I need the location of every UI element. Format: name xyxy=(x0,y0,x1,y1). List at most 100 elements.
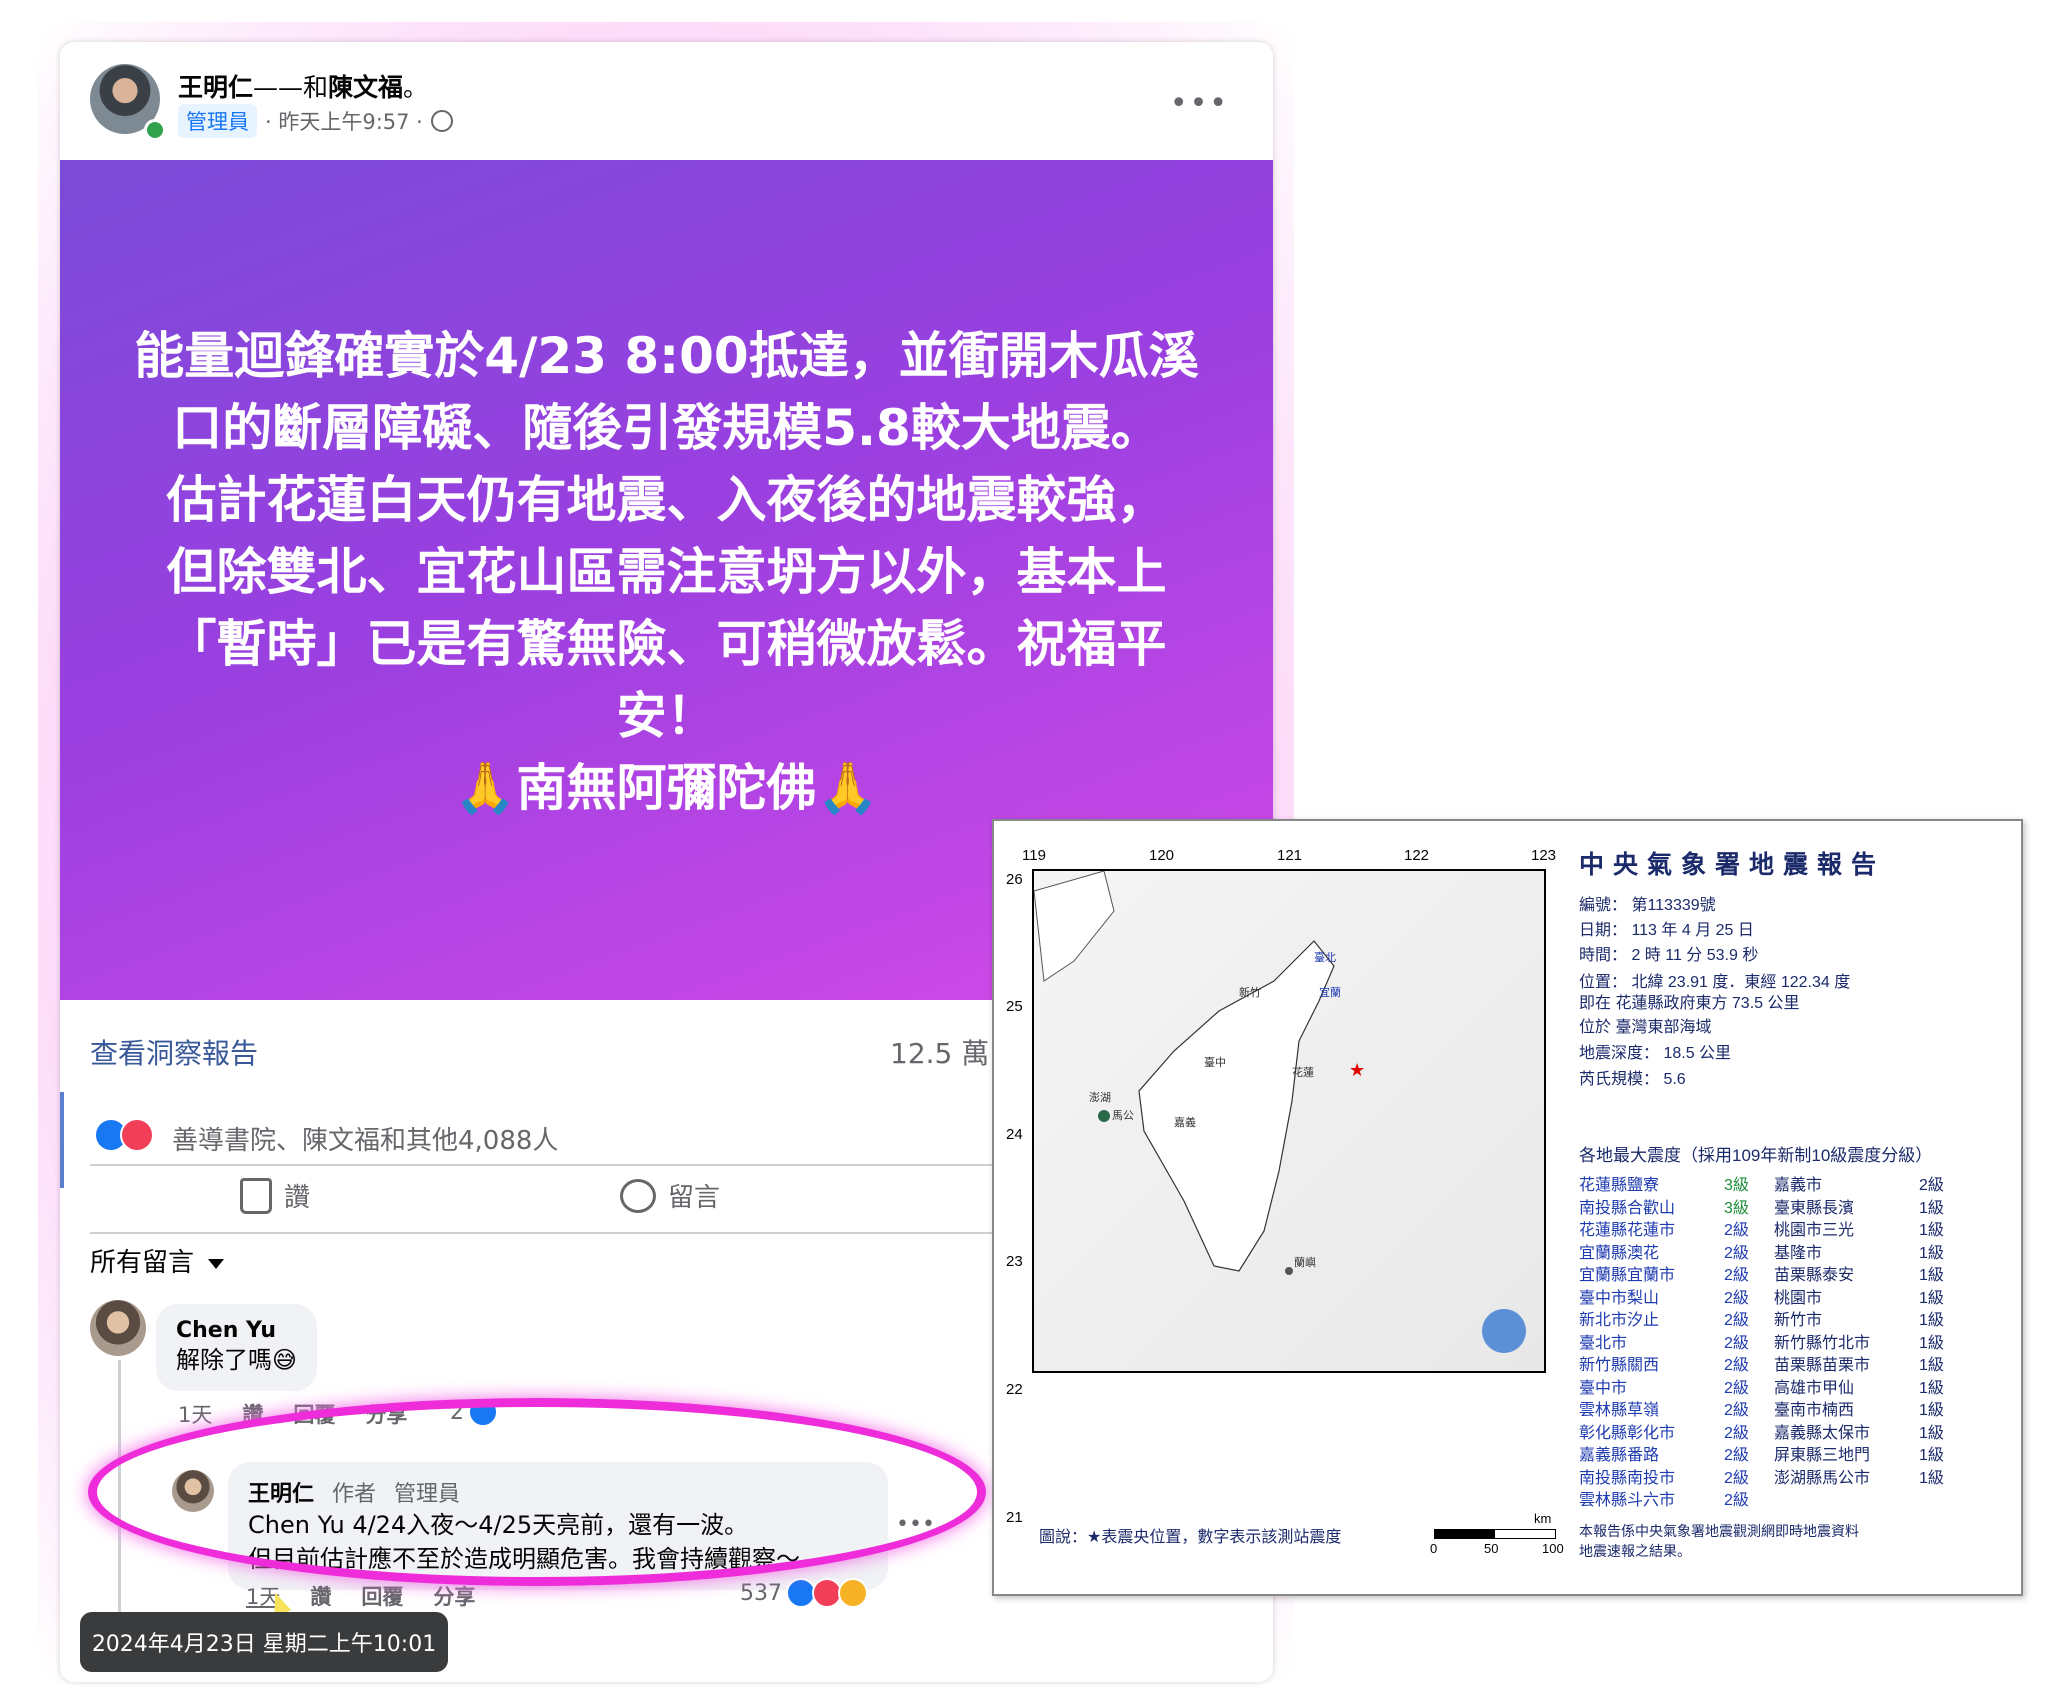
lat-tick: 25 xyxy=(1006,998,1023,1015)
love-reaction-icon xyxy=(120,1118,154,1152)
station-name: 新竹縣關西 xyxy=(1579,1357,1660,1374)
station-name: 花蓮縣鹽寮 xyxy=(1579,1177,1660,1194)
comment-button[interactable]: 留言 xyxy=(620,1177,720,1214)
comment-age[interactable]: 1天 xyxy=(178,1399,212,1429)
tagged-user[interactable]: 陳文福 xyxy=(328,73,403,102)
station-name: 基隆市 xyxy=(1774,1244,1823,1262)
banner-text: 能量迴鋒確實於4/23 8:00抵達，並衝開木瓜溪 口的斷層障礙、隨後引發規模5… xyxy=(110,320,1223,824)
comment-sort-label: 所有留言 xyxy=(90,1248,195,1278)
station-name: 雲林縣草嶺 xyxy=(1579,1402,1660,1419)
station-intensity: 1級 xyxy=(1919,1469,1944,1487)
comment-sort-dropdown[interactable]: 所有留言 xyxy=(90,1242,225,1279)
station-intensity: 3級 xyxy=(1724,1177,1749,1194)
scale-label: 0 xyxy=(1430,1541,1438,1556)
station-name: 嘉義縣太保市 xyxy=(1774,1424,1871,1442)
post-meta: 管理員 · 昨天上午9:57 · xyxy=(178,104,453,138)
map-svg: 臺北 宜蘭 新竹 臺中 花蓮 嘉義 澎湖 馬公 蘭嶼 ★ xyxy=(1034,871,1526,1353)
station-intensity: 2級 xyxy=(1724,1267,1749,1284)
reply-reply-button[interactable]: 回覆 xyxy=(361,1581,403,1611)
station-name: 宜蘭縣宜蘭市 xyxy=(1579,1267,1676,1284)
station-name: 高雄市甲仙 xyxy=(1774,1379,1855,1397)
comment-author[interactable]: Chen Yu xyxy=(176,1318,297,1343)
station-name: 南投縣合歡山 xyxy=(1579,1199,1676,1217)
earthquake-report: 119 120 121 122 123 26 25 24 23 22 21 臺北… xyxy=(992,819,2023,1596)
station-name: 新竹縣竹北市 xyxy=(1774,1334,1871,1352)
taiwan-outline xyxy=(1138,940,1335,1272)
footer-line: 地震速報之結果。 xyxy=(1579,1543,1691,1559)
station-name: 臺北市 xyxy=(1579,1334,1628,1352)
station-intensity: 1級 xyxy=(1919,1447,1944,1464)
map-label-yilan: 宜蘭 xyxy=(1319,985,1341,999)
banner-line: 估計花蓮白天仍有地震、入夜後的地震較強， xyxy=(166,471,1167,529)
station-name: 澎湖縣馬公市 xyxy=(1774,1469,1871,1487)
lon-tick: 122 xyxy=(1404,847,1430,864)
station-intensity: 2級 xyxy=(1724,1289,1749,1307)
lat-tick: 23 xyxy=(1006,1253,1023,1270)
station-intensity: 2級 xyxy=(1919,1177,1944,1194)
epicenter-star-icon: ★ xyxy=(1349,1060,1365,1080)
station-intensity: 1級 xyxy=(1919,1289,1944,1307)
reactions-text[interactable]: 善導書院、陳文福和其他4,088人 xyxy=(172,1120,558,1157)
with-text: ——和 xyxy=(253,73,329,102)
reply-reaction-count[interactable]: 537 xyxy=(740,1578,868,1608)
station-intensity: 3級 xyxy=(1724,1199,1749,1217)
station-intensity: 1級 xyxy=(1919,1199,1944,1217)
station-name: 雲林縣斗六市 xyxy=(1579,1492,1676,1509)
more-horizontal-icon[interactable]: ••• xyxy=(1170,86,1229,121)
author-name[interactable]: 王明仁 xyxy=(178,73,253,102)
station-name: 臺中市 xyxy=(1579,1379,1628,1397)
station-intensity: 2級 xyxy=(1724,1424,1749,1442)
comment-icon xyxy=(620,1178,656,1213)
map-label-taipei: 臺北 xyxy=(1314,950,1336,964)
station-intensity: 1級 xyxy=(1919,1424,1944,1442)
reply-share-button[interactable]: 分享 xyxy=(433,1581,475,1611)
banner-line: 口的斷層障礙、隨後引發規模5.8較大地震。 xyxy=(172,399,1161,457)
chevron-down-icon xyxy=(208,1258,225,1269)
lon-tick: 121 xyxy=(1277,847,1303,864)
lon-tick: 123 xyxy=(1531,847,1557,864)
report-magnitude: 芮氏規模： 5.6 xyxy=(1579,1071,1686,1088)
banner-line: 但除雙北、宜花山區需注意坍方以外，基本上 xyxy=(166,543,1167,601)
station-name: 臺南市楠西 xyxy=(1774,1402,1855,1419)
station-intensity: 2級 xyxy=(1724,1312,1749,1329)
like-button-label: 讚 xyxy=(284,1183,311,1213)
station-name: 宜蘭縣澳花 xyxy=(1579,1244,1660,1262)
report-title: 中央氣象署地震報告 xyxy=(1579,851,1886,879)
penghu-islands xyxy=(1098,1110,1110,1122)
station-intensity: 2級 xyxy=(1724,1222,1749,1239)
station-intensity: 2級 xyxy=(1724,1379,1749,1397)
station-name: 桃園市三光 xyxy=(1774,1222,1855,1239)
map-label-hsinchu: 新竹 xyxy=(1239,985,1261,999)
banner-line: 「暫時」已是有驚無險、可稍微放鬆。祝福平 xyxy=(166,615,1167,673)
commenter-avatar[interactable] xyxy=(90,1300,146,1356)
intensity-header: 各地最大震度（採用109年新制10級震度分級） xyxy=(1579,1146,1933,1165)
report-footer: 本報告係中央氣象署地震觀測網即時地震資料 地震速報之結果。 xyxy=(1579,1521,1859,1561)
station-intensity: 1級 xyxy=(1919,1312,1944,1329)
station-intensity: 1級 xyxy=(1919,1379,1944,1397)
lat-tick: 26 xyxy=(1006,871,1023,888)
station-intensity: 1級 xyxy=(1919,1222,1944,1239)
thumbs-up-icon xyxy=(240,1177,272,1214)
lanyu-island xyxy=(1285,1267,1293,1275)
scale-bar: 0 50 100 km xyxy=(1430,1511,1564,1556)
station-name: 屏東縣三地門 xyxy=(1774,1447,1871,1464)
station-name: 新北市汐止 xyxy=(1579,1312,1660,1329)
post-time[interactable]: · 昨天上午9:57 · xyxy=(265,106,423,136)
station-intensity: 1級 xyxy=(1919,1357,1944,1374)
station-intensity: 2級 xyxy=(1724,1244,1749,1262)
map-label-magong: 馬公 xyxy=(1112,1109,1134,1122)
lat-tick: 21 xyxy=(1006,1509,1023,1526)
view-count: 12.5 萬 xyxy=(890,1037,990,1070)
like-button[interactable]: 讚 xyxy=(240,1177,310,1214)
report-near: 即在 花蓮縣政府東方 73.5 公里 xyxy=(1579,995,1800,1012)
scale-unit: km xyxy=(1534,1511,1552,1526)
report-number: 編號： 第113339號 xyxy=(1579,897,1716,914)
map-label-chiayi: 嘉義 xyxy=(1174,1115,1196,1129)
care-reaction-icon xyxy=(838,1578,868,1608)
report-date: 日期： 113 年 4 月 25 日 xyxy=(1579,922,1754,939)
lon-tick: 119 xyxy=(1022,847,1046,864)
cwa-logo xyxy=(1482,1309,1526,1353)
insights-link[interactable]: 查看洞察報告 xyxy=(90,1032,258,1072)
reply-like-button[interactable]: 讚 xyxy=(310,1581,331,1611)
report-depth: 地震深度： 18.5 公里 xyxy=(1579,1045,1732,1062)
